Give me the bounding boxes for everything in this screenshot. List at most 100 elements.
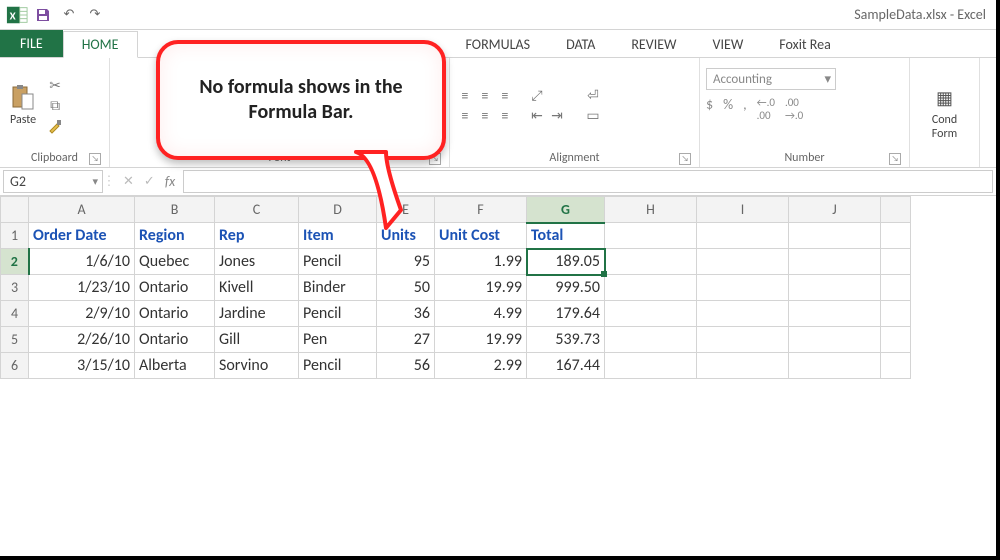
tab-formulas[interactable]: FORMULAS: [448, 32, 549, 57]
cell[interactable]: Sorvino: [215, 353, 299, 379]
cell[interactable]: [697, 301, 789, 327]
cell[interactable]: 36: [377, 301, 435, 327]
cell[interactable]: Ontario: [135, 301, 215, 327]
orientation-icon[interactable]: ⤢: [528, 87, 546, 105]
row-header[interactable]: 1: [1, 223, 29, 249]
cell[interactable]: [789, 275, 881, 301]
cell[interactable]: [881, 223, 911, 249]
decrease-indent-icon[interactable]: ⇤: [528, 107, 546, 125]
cell[interactable]: [789, 223, 881, 249]
cell[interactable]: 95: [377, 249, 435, 275]
cell[interactable]: Binder: [299, 275, 377, 301]
cell[interactable]: [881, 275, 911, 301]
row-header[interactable]: 4: [1, 301, 29, 327]
align-bottom-icon[interactable]: ≡: [496, 87, 514, 105]
col-header[interactable]: A: [29, 197, 135, 223]
cell[interactable]: [697, 353, 789, 379]
align-top-icon[interactable]: ≡: [456, 87, 474, 105]
cut-icon[interactable]: ✂: [46, 77, 64, 95]
row-header[interactable]: 3: [1, 275, 29, 301]
cell[interactable]: 1/23/10: [29, 275, 135, 301]
cell[interactable]: Pencil: [299, 301, 377, 327]
cancel-icon[interactable]: ✕: [123, 174, 134, 189]
cell[interactable]: [881, 327, 911, 353]
cell[interactable]: Jones: [215, 249, 299, 275]
conditional-formatting-button[interactable]: ▦ Cond Form: [928, 83, 962, 143]
copy-icon[interactable]: ⧉: [46, 97, 64, 115]
cell[interactable]: [605, 301, 697, 327]
launcher-icon[interactable]: ↘: [89, 153, 101, 165]
row-header[interactable]: 5: [1, 327, 29, 353]
cell[interactable]: 19.99: [435, 327, 527, 353]
cell[interactable]: 2.99: [435, 353, 527, 379]
cell[interactable]: Jardine: [215, 301, 299, 327]
cell[interactable]: Ontario: [135, 327, 215, 353]
increase-decimal-icon[interactable]: ←.0.00: [757, 96, 775, 122]
cell[interactable]: 1.99: [435, 249, 527, 275]
col-header[interactable]: H: [605, 197, 697, 223]
cell[interactable]: [789, 327, 881, 353]
merge-center-icon[interactable]: ▭: [584, 107, 602, 125]
formula-input[interactable]: [183, 170, 993, 193]
enter-icon[interactable]: ✓: [144, 174, 155, 189]
tab-view[interactable]: VIEW: [695, 32, 762, 57]
col-header[interactable]: [881, 197, 911, 223]
cell[interactable]: Alberta: [135, 353, 215, 379]
cell[interactable]: [605, 275, 697, 301]
align-right-icon[interactable]: ≡: [496, 107, 514, 125]
currency-icon[interactable]: $: [706, 96, 713, 122]
decrease-decimal-icon[interactable]: .00→.0: [785, 96, 803, 122]
cell[interactable]: [697, 249, 789, 275]
cell[interactable]: 4.99: [435, 301, 527, 327]
align-middle-icon[interactable]: ≡: [476, 87, 494, 105]
col-header[interactable]: F: [435, 197, 527, 223]
comma-icon[interactable]: ,: [743, 96, 747, 122]
tab-file[interactable]: FILE: [0, 30, 63, 57]
cell[interactable]: 50: [377, 275, 435, 301]
cell[interactable]: [697, 275, 789, 301]
tab-data[interactable]: DATA: [548, 32, 613, 57]
redo-icon[interactable]: ↷: [82, 2, 108, 28]
fx-icon[interactable]: fx: [165, 173, 175, 190]
cell[interactable]: [789, 353, 881, 379]
cell[interactable]: Ontario: [135, 275, 215, 301]
increase-indent-icon[interactable]: ⇥: [548, 107, 566, 125]
cell[interactable]: 2/26/10: [29, 327, 135, 353]
cell[interactable]: 167.44: [527, 353, 605, 379]
number-format-select[interactable]: Accounting: [706, 68, 836, 90]
cell[interactable]: Order Date: [29, 223, 135, 249]
col-header[interactable]: C: [215, 197, 299, 223]
cell[interactable]: 27: [377, 327, 435, 353]
format-painter-icon[interactable]: [46, 117, 64, 135]
cell[interactable]: 56: [377, 353, 435, 379]
cell[interactable]: 179.64: [527, 301, 605, 327]
cell[interactable]: 2/9/10: [29, 301, 135, 327]
save-icon[interactable]: [30, 2, 56, 28]
cell[interactable]: Quebec: [135, 249, 215, 275]
cell[interactable]: [881, 353, 911, 379]
col-header[interactable]: J: [789, 197, 881, 223]
cell[interactable]: Unit Cost: [435, 223, 527, 249]
cell[interactable]: 3/15/10: [29, 353, 135, 379]
cell[interactable]: [789, 249, 881, 275]
cell[interactable]: [881, 249, 911, 275]
cell[interactable]: Total: [527, 223, 605, 249]
cell[interactable]: [605, 223, 697, 249]
cell[interactable]: 1/6/10: [29, 249, 135, 275]
cell[interactable]: Region: [135, 223, 215, 249]
cell[interactable]: Rep: [215, 223, 299, 249]
launcher-icon[interactable]: ↘: [889, 153, 901, 165]
cell[interactable]: 19.99: [435, 275, 527, 301]
undo-icon[interactable]: ↶: [56, 2, 82, 28]
cell-selected[interactable]: 189.05: [527, 249, 605, 275]
cell[interactable]: [881, 301, 911, 327]
select-all-corner[interactable]: [1, 197, 29, 223]
cell[interactable]: [605, 327, 697, 353]
worksheet-grid[interactable]: A B C D E F G H I J 1 Order Date Region …: [0, 196, 996, 379]
tab-home[interactable]: HOME: [63, 31, 138, 58]
cell[interactable]: [697, 327, 789, 353]
cell[interactable]: Pencil: [299, 249, 377, 275]
align-center-icon[interactable]: ≡: [476, 107, 494, 125]
wrap-text-icon[interactable]: ⏎: [584, 87, 602, 105]
col-header[interactable]: B: [135, 197, 215, 223]
